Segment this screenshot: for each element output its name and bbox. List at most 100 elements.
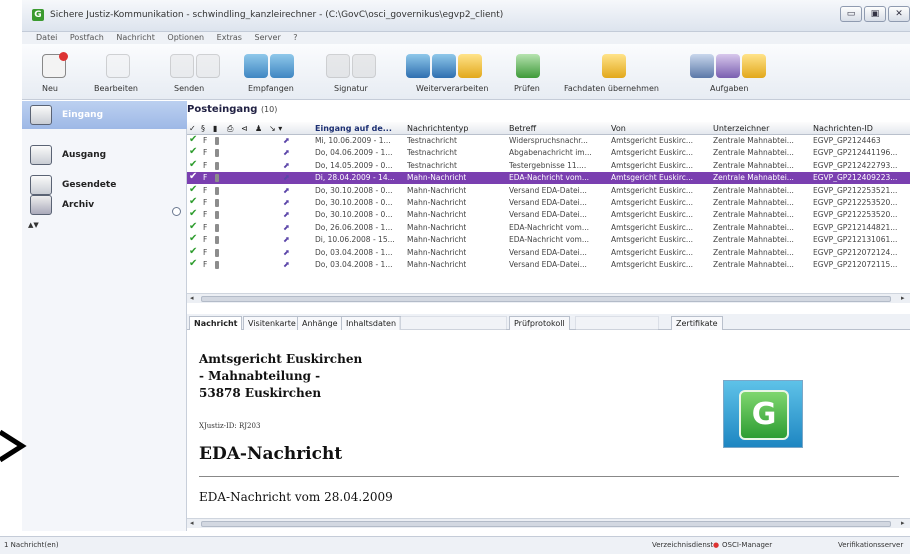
column-betreff[interactable]: Betreff [509, 124, 536, 133]
column-sign-icon[interactable]: ♟ [255, 124, 262, 133]
scroll-right-icon[interactable]: ▸ [901, 294, 905, 302]
row-from: Amtsgericht Euskirc... [611, 148, 694, 158]
close-button[interactable]: ✕ [888, 6, 910, 22]
row-type: Mahn-Nachricht [407, 235, 467, 245]
maximize-button[interactable]: ▣ [864, 6, 886, 22]
tasks-button[interactable]: Aufgaben [686, 48, 776, 96]
process-button[interactable]: Weiterverarbeiten [400, 48, 496, 96]
tab-nachricht[interactable]: Nachricht [189, 316, 243, 330]
row-flag: F [203, 198, 208, 207]
column-print-icon[interactable]: ⎙ [227, 124, 233, 134]
tab-anhaenge[interactable]: Anhänge [297, 316, 343, 330]
tasks-label: Aufgaben [710, 84, 749, 93]
row-id: EGVP_GP212253520... [813, 210, 898, 220]
inbox-tray-icon [30, 105, 52, 125]
column-lock-icon[interactable]: ▮ [213, 124, 217, 133]
row-date: Do, 30.10.2008 - 0... [315, 210, 393, 220]
column-paragraph[interactable]: § [201, 124, 205, 133]
tab-zertifikate[interactable]: Zertifikate [671, 316, 723, 330]
scroll-thumb[interactable] [201, 296, 891, 302]
lock-icon [215, 211, 219, 220]
edit-button[interactable]: Bearbeiten [86, 48, 146, 96]
preview-scroll-left-icon[interactable]: ◂ [190, 519, 194, 527]
send-button[interactable]: Senden [170, 48, 226, 96]
column-von[interactable]: Von [611, 124, 626, 133]
table-row[interactable]: ✔ F ⬈ Do, 30.10.2008 - 0... Mahn-Nachricht Ve… [187, 208, 910, 221]
row-subject: Versand EDA-Datei... [509, 260, 587, 269]
menu-server[interactable]: Server [255, 33, 281, 42]
new-button[interactable]: Neu [36, 48, 72, 96]
signature-pen-icon: ⬈ [283, 136, 290, 145]
menu-bar: Datei Postfach Nachricht Optionen Extras… [22, 32, 910, 44]
table-row[interactable]: ✔ F ⬈ Do, 30.10.2008 - 0... Mahn-Nachricht Ve… [187, 183, 910, 197]
table-row[interactable]: ✔ F ⬈ Do, 04.06.2009 - 1... Testnachricht Abg… [187, 146, 910, 159]
menu-help[interactable]: ? [293, 33, 297, 42]
row-subject: EDA-Nachricht vom... [509, 173, 589, 183]
tab-visitenkarte[interactable]: Visitenkarte [243, 316, 301, 330]
column-eingang[interactable]: Eingang auf de... [315, 124, 392, 133]
read-check-icon: ✔ [189, 183, 198, 195]
sidebar-item-eingang[interactable]: Eingang [22, 101, 187, 129]
xjustiz-id: XJustiz-ID: RJ203 [199, 422, 261, 430]
table-row[interactable]: ✔ F ⬈ Do, 03.04.2008 - 1... Mahn-Nachricht Ve… [187, 258, 910, 271]
import-data-button[interactable]: Fachdaten übernehmen [562, 48, 672, 96]
menu-postfach[interactable]: Postfach [70, 33, 104, 42]
tab-inhaltsdaten[interactable]: Inhaltsdaten [341, 316, 402, 330]
column-status[interactable]: ✓ [189, 124, 196, 133]
send-label: Senden [174, 84, 205, 93]
tab-disabled-2 [575, 316, 659, 330]
scroll-left-icon[interactable]: ◂ [190, 294, 194, 302]
preview-scroll-right-icon[interactable]: ▸ [901, 519, 905, 527]
signature-pen-icon: ⬈ [283, 185, 290, 195]
sidebar-item-ausgang[interactable]: Ausgang [22, 141, 187, 169]
read-check-icon: ✔ [189, 134, 198, 145]
column-typ[interactable]: Nachrichtentyp [407, 124, 468, 133]
list-horizontal-scrollbar[interactable]: ◂ ▸ [187, 293, 910, 303]
menu-optionen[interactable]: Optionen [167, 33, 204, 42]
archive-expand-toggle[interactable] [172, 207, 181, 216]
lock-icon [215, 137, 219, 145]
row-subject: Versand EDA-Datei... [509, 210, 587, 220]
message-line: EDA-Nachricht vom 28.04.2009 [199, 490, 393, 504]
sender-department: - Mahnabteilung - [199, 369, 321, 383]
toolbar: Neu Bearbeiten Senden Empfangen Signatur… [22, 44, 910, 100]
menu-datei[interactable]: Datei [36, 33, 57, 42]
tab-pruefprotokoll[interactable]: Prüfprotokoll [509, 316, 570, 330]
row-signer: Zentrale Mahnabtei... [713, 148, 794, 158]
sidebar-item-archiv[interactable]: Archiv [22, 191, 187, 219]
tasks-folder-icon [742, 54, 766, 78]
folder-icon [458, 54, 482, 78]
row-date: Di, 28.04.2009 - 14... [315, 173, 395, 183]
receive-button[interactable]: Empfangen [238, 48, 302, 96]
row-type: Mahn-Nachricht [407, 185, 467, 195]
column-attachment-icon[interactable]: ⊲ [241, 124, 248, 133]
process-label: Weiterverarbeiten [416, 84, 489, 93]
preview-scroll-thumb[interactable] [201, 521, 891, 527]
table-row[interactable]: ✔ F ⬈ Do, 30.10.2008 - 0... Mahn-Nachricht Ve… [187, 196, 910, 209]
table-row[interactable]: ✔ F ⬈ Di, 10.06.2008 - 15... Mahn-Nachricht E… [187, 233, 910, 246]
row-id: EGVP_GP212253520... [813, 198, 898, 207]
sidebar-item-label: Ausgang [62, 150, 107, 160]
sidebar-collapse-toggle[interactable]: ▲▼ [28, 221, 39, 229]
table-row[interactable]: ✔ F ⬈ Di, 28.04.2009 - 14... Mahn-Nachricht E… [187, 171, 910, 185]
check-button[interactable]: Prüfen [510, 48, 546, 96]
table-row[interactable]: ✔ F ⬈ Mi, 10.06.2009 - 1... Testnachricht Wid… [187, 134, 910, 147]
sidebar-item-label: Archiv [62, 200, 95, 210]
menu-extras[interactable]: Extras [217, 33, 242, 42]
edit-icon [106, 54, 130, 78]
row-date: Do, 04.06.2009 - 1... [315, 148, 393, 158]
message-preview: Amtsgericht Euskirchen - Mahnabteilung -… [187, 330, 910, 516]
table-row[interactable]: ✔ F ⬈ Do, 26.06.2008 - 1... Mahn-Nachricht ED… [187, 221, 910, 234]
table-row[interactable]: ✔ F ⬈ Do, 14.05.2009 - 0... Testnachricht Tes… [187, 159, 910, 172]
signature-button[interactable]: Signatur [318, 48, 382, 96]
status-osci: OSCI-Manager [722, 541, 773, 549]
preview-horizontal-scrollbar[interactable]: ◂ ▸ [187, 518, 910, 528]
send-icon [170, 54, 194, 78]
new-message-icon [42, 52, 68, 78]
column-unterzeichner[interactable]: Unterzeichner [713, 124, 769, 133]
row-date: Do, 26.06.2008 - 1... [315, 222, 393, 232]
minimize-button[interactable]: ▭ [840, 6, 862, 22]
column-id[interactable]: Nachrichten-ID [813, 124, 873, 133]
menu-nachricht[interactable]: Nachricht [116, 33, 154, 42]
table-row[interactable]: ✔ F ⬈ Do, 03.04.2008 - 1... Mahn-Nachricht Ve… [187, 246, 910, 259]
